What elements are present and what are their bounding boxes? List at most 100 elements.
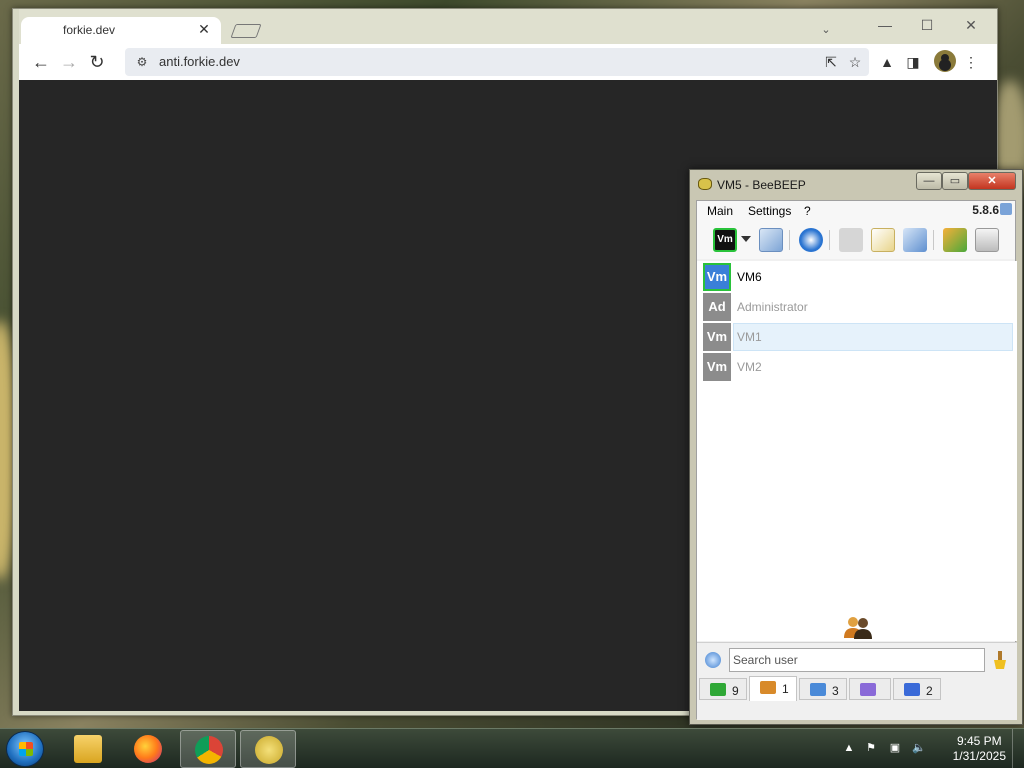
show-desktop-button[interactable]	[1012, 729, 1024, 768]
user-name: Administrator	[737, 300, 808, 314]
browser-toolbar: ← → ↻ ⚙ anti.forkie.dev ⇱ ☆ ▲ ◨ ⋮	[19, 44, 997, 80]
action-center-flag-icon[interactable]: ⚑	[864, 741, 878, 755]
groups-icon	[860, 683, 876, 696]
kebab-menu-icon[interactable]: ⋮	[961, 52, 981, 72]
main-toolbar: Vm	[697, 221, 1015, 259]
clock-time: 9:45 PM	[956, 734, 1002, 748]
arrow-left-icon[interactable]: ←	[29, 50, 53, 74]
close-button[interactable]: ✕	[968, 172, 1016, 190]
user-avatar: Vm	[703, 263, 731, 291]
window-title: VM5 - BeeBEEP	[717, 178, 806, 192]
user-name: VM6	[737, 270, 762, 284]
bee-icon	[698, 178, 712, 190]
users-icon	[760, 681, 776, 694]
search-options-icon[interactable]	[705, 652, 721, 668]
browser-tab[interactable]: forkie.dev ✕	[21, 17, 221, 44]
close-button[interactable]: ✕	[949, 15, 993, 35]
user-row[interactable]: Vm VM1	[703, 323, 1013, 351]
tune-icon[interactable]: ⚙	[135, 55, 149, 69]
menu-settings[interactable]: Settings	[748, 204, 791, 218]
side-panel-icon[interactable]: ◨	[903, 52, 923, 72]
arrow-right-icon[interactable]: →	[57, 50, 81, 74]
flask-icon[interactable]: ▲	[877, 52, 897, 72]
toolbar-separator	[789, 230, 790, 250]
my-status-icon[interactable]: Vm	[713, 228, 737, 252]
tab-users[interactable]: 1	[749, 676, 797, 701]
user-row[interactable]: Vm VM2	[703, 353, 1013, 381]
tab-count: 3	[832, 684, 839, 698]
profile-avatar-icon[interactable]	[934, 50, 956, 72]
taskbar-explorer[interactable]	[60, 730, 116, 768]
url-text[interactable]: anti.forkie.dev	[159, 54, 240, 69]
explorer-icon	[74, 735, 102, 763]
user-row[interactable]: Vm VM6	[703, 263, 1013, 291]
users-icon	[844, 617, 872, 639]
user-name: VM2	[737, 360, 762, 374]
tools-icon[interactable]	[903, 228, 927, 252]
toolbar-separator	[933, 230, 934, 250]
tab-close-icon[interactable]: ✕	[195, 20, 213, 38]
minimize-button[interactable]: —	[863, 15, 907, 35]
volume-muted-icon[interactable]: 🔈	[912, 741, 926, 755]
user-avatar: Vm	[703, 353, 731, 381]
tab-users-online[interactable]: 9	[699, 678, 747, 700]
minimize-button[interactable]: —	[916, 172, 942, 190]
windows-logo-icon	[19, 742, 33, 756]
tab-files[interactable]: 2	[893, 678, 941, 700]
beebeep-icon	[255, 736, 283, 764]
chrome-icon	[195, 736, 223, 764]
menu-main[interactable]: Main	[707, 204, 733, 218]
user-avatar: Vm	[703, 323, 731, 351]
address-bar[interactable]: ⚙ anti.forkie.dev ⇱ ☆	[125, 48, 869, 76]
show-hidden-icons-icon[interactable]: ▲	[842, 741, 856, 755]
chevron-down-icon[interactable]	[741, 236, 751, 242]
maximize-button[interactable]: ☐	[905, 15, 949, 35]
trash-icon[interactable]	[975, 228, 999, 252]
taskbar-chrome[interactable]	[180, 730, 236, 768]
tab-count: 1	[782, 682, 789, 696]
beebeep-window: VM5 - BeeBEEP — ▭ ✕ Main Settings ? 5.8.…	[689, 169, 1023, 725]
reload-icon[interactable]: ↻	[85, 50, 109, 74]
share-icon[interactable]: ⇱	[821, 52, 841, 72]
chats-icon	[810, 683, 826, 696]
bottom-tabs: 9 1 3 2	[697, 676, 1017, 720]
taskbar: ▲ ⚑ ▣ 🔈 9:45 PM 1/31/2025	[0, 728, 1024, 768]
menu-help[interactable]: ?	[804, 204, 811, 218]
tab-chats[interactable]: 3	[799, 678, 847, 700]
files-icon	[904, 683, 920, 696]
notepad-icon[interactable]	[871, 228, 895, 252]
new-tab-button[interactable]	[230, 24, 262, 38]
clock-date: 1/31/2025	[952, 749, 1006, 763]
version-label: 5.8.6	[972, 203, 999, 217]
toolbar-separator	[829, 230, 830, 250]
search-user-input[interactable]	[729, 648, 985, 672]
tab-count: 2	[926, 684, 933, 698]
menu-bar: Main Settings ? 5.8.6	[697, 201, 1015, 221]
taskbar-beebeep[interactable]	[240, 730, 296, 768]
firefox-icon	[134, 735, 162, 763]
start-button[interactable]	[6, 731, 44, 767]
search-bar	[697, 642, 1017, 676]
maximize-button[interactable]: ▭	[942, 172, 968, 190]
user-name: VM1	[737, 330, 762, 344]
user-row[interactable]: Ad Administrator	[703, 293, 1013, 321]
tab-title: forkie.dev	[63, 23, 116, 37]
taskbar-firefox[interactable]	[120, 730, 176, 768]
tab-groups[interactable]	[849, 678, 891, 700]
star-icon[interactable]: ☆	[845, 52, 865, 72]
tab-count: 9	[732, 684, 739, 698]
edit-profile-icon[interactable]	[759, 228, 783, 252]
selection-highlight	[733, 323, 1013, 351]
system-clock[interactable]: 9:45 PM 1/31/2025	[953, 734, 1006, 764]
tab-strip: forkie.dev ✕ ⌄ — ☐ ✕	[19, 9, 997, 44]
network-broadcast-icon[interactable]	[799, 228, 823, 252]
users-online-icon	[710, 683, 726, 696]
home-icon[interactable]	[839, 228, 863, 252]
user-list: Vm VM6 Ad Administrator Vm VM1 Vm VM2	[697, 261, 1017, 641]
upgrade-icon[interactable]	[943, 228, 967, 252]
clear-search-icon[interactable]	[993, 651, 1007, 669]
tab-search-icon[interactable]: ⌄	[819, 23, 833, 37]
network-icon[interactable]: ▣	[888, 741, 902, 755]
beebeep-titlebar[interactable]: VM5 - BeeBEEP — ▭ ✕	[690, 170, 1022, 198]
user-avatar: Ad	[703, 293, 731, 321]
